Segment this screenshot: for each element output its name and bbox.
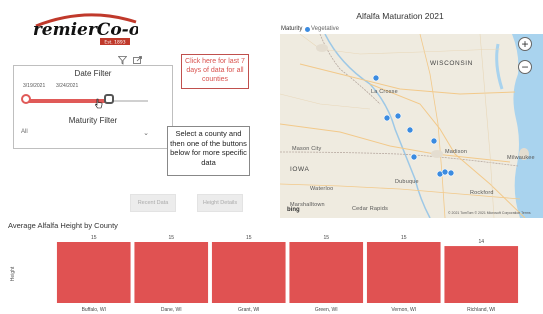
x-tick-label: Richland, WI [467, 307, 495, 313]
bar-value-label: 14 [478, 239, 484, 245]
map-label-madison: Madison [445, 149, 468, 155]
date-filter-title: Date Filter [74, 69, 112, 78]
map-point [447, 169, 455, 177]
map-point [406, 126, 414, 134]
date-filter-slicer: Date Filter 3/19/2021 3/24/2021 [13, 65, 173, 117]
map-label-cedar-rapids: Cedar Rapids [352, 206, 389, 212]
x-tick-label: Buffalo, WI [82, 307, 106, 313]
end-date[interactable]: 3/24/2021 [56, 83, 78, 89]
maturity-filter-title: Maturity Filter [68, 116, 118, 125]
last-7-days-button[interactable]: Click here for last 7 days of data for a… [181, 54, 249, 89]
logo-subtext: Est. 1893 [104, 40, 125, 46]
maturity-filter-slicer: Maturity Filter All ⌄ [13, 114, 173, 149]
mouse-pointer-icon [95, 98, 103, 109]
filter-icon[interactable] [118, 56, 127, 65]
map-label-la-crosse: La Crosse [371, 89, 398, 95]
expand-icon[interactable] [133, 56, 142, 65]
map-title: Alfalfa Maturation 2021 [356, 11, 444, 21]
bar-value-label: 15 [168, 235, 174, 241]
map-label-waterloo: Waterloo [310, 186, 334, 192]
bar-richland-wi[interactable] [444, 246, 519, 303]
start-date[interactable]: 3/19/2021 [23, 83, 45, 89]
map-point [394, 112, 402, 120]
date-slider-start-handle[interactable] [21, 94, 31, 104]
date-slider-end-handle[interactable] [103, 94, 114, 104]
legend-vegetative-marker [305, 27, 310, 32]
x-tick-label: Dane, WI [161, 307, 182, 313]
height-bar-chart: Height 15 Buffalo, WI 15 Dane, WI 15 Grant, WI… [10, 235, 519, 313]
map-label-iowa: IOWA [290, 166, 310, 173]
bar-buffalo-wi[interactable] [56, 242, 131, 303]
maturity-selected-value: All [21, 129, 28, 135]
map-copyright: © 2021 TomTom © 2021 Microsoft Corporati… [448, 211, 531, 215]
map-point [430, 137, 438, 145]
x-tick-label: Green, WI [315, 307, 338, 313]
map-label-dubuque: Dubuque [395, 179, 419, 185]
x-tick-label: Grant, WI [238, 307, 259, 313]
bar-value-label: 15 [401, 235, 407, 241]
legend-label: Maturity [281, 26, 303, 32]
premier-coop-logo: PremierCo-op Est. 1893 [34, 13, 138, 46]
bar-vernon-wi[interactable] [366, 242, 441, 303]
height-details-button[interactable]: Height Details [197, 194, 243, 212]
county-map[interactable]: WISCONSIN La Crosse Madison Milwaukee Ro… [280, 34, 543, 218]
bar-value-label: 15 [91, 235, 97, 241]
y-axis-label: Height [10, 266, 16, 281]
bar-grant-wi[interactable] [211, 242, 286, 303]
map-label-rockford: Rockford [470, 190, 494, 196]
chart-title: Average Alfalfa Height by County [8, 221, 118, 230]
map-point [441, 168, 449, 176]
map-point [410, 153, 418, 161]
x-tick-label: Vernon, WI [391, 307, 416, 313]
bar-dane-wi[interactable] [134, 242, 209, 303]
zoom-out-button[interactable]: − [518, 60, 532, 74]
map-label-wisconsin: WISCONSIN [430, 60, 473, 67]
logo-text: PremierCo-op [34, 20, 138, 40]
map-label-milwaukee: Milwaukee [507, 155, 535, 161]
recent-data-button[interactable]: Recent Data [130, 194, 176, 212]
bar-value-label: 15 [246, 235, 252, 241]
legend-item-vegetative: Vegetative [311, 26, 340, 32]
map-point [372, 74, 380, 82]
maturity-dropdown[interactable]: All ⌄ [21, 129, 149, 141]
map-point [383, 114, 391, 122]
map-label-mason-city: Mason City [292, 146, 322, 152]
zoom-in-button[interactable]: + [518, 37, 532, 51]
chevron-down-icon: ⌄ [143, 130, 149, 137]
bing-logo: bing [287, 207, 300, 213]
bar-green-wi[interactable] [289, 242, 364, 303]
instruction-text: Select a county and then one of the butt… [167, 126, 250, 176]
bar-value-label: 15 [323, 235, 329, 241]
